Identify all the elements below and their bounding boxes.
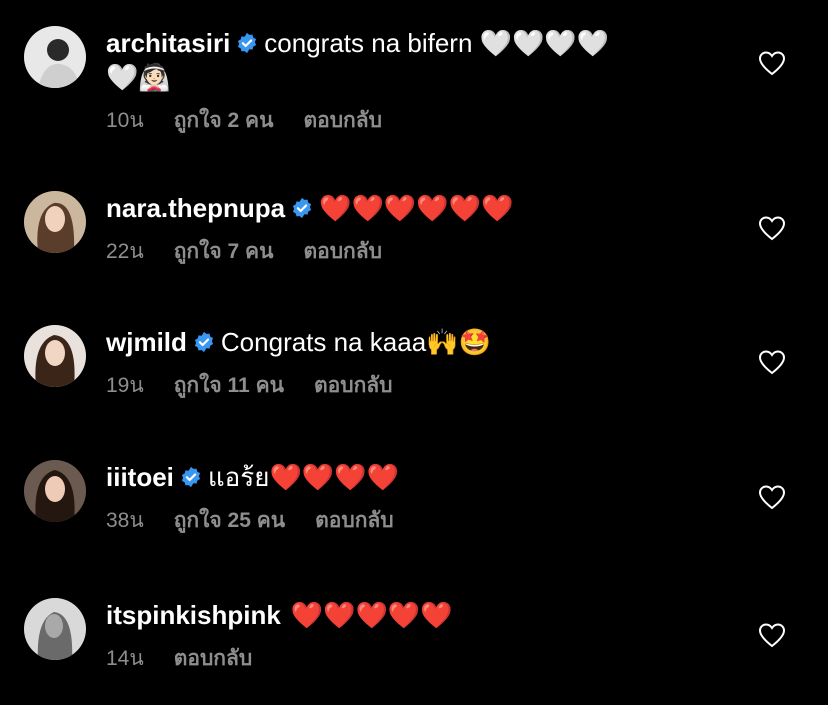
- like-count[interactable]: ถูกใจ 25 คน: [174, 509, 285, 532]
- comment-text: ❤️❤️❤️❤️❤️: [290, 600, 453, 630]
- reply-button[interactable]: ตอบกลับ: [303, 109, 382, 132]
- heart-outline-icon[interactable]: [758, 484, 786, 510]
- heart-outline-icon[interactable]: [758, 50, 786, 76]
- comment-text: congrats na bifern 🤍🤍🤍🤍: [264, 28, 610, 58]
- comment-timestamp: 38น: [106, 509, 144, 532]
- avatar[interactable]: [24, 26, 86, 88]
- verified-badge-icon: [291, 197, 313, 219]
- comment-username[interactable]: iiitoei: [106, 462, 174, 492]
- verified-badge-icon: [193, 331, 215, 353]
- comment-text: ❤️❤️❤️❤️❤️❤️: [319, 193, 514, 223]
- comment-timestamp: 22น: [106, 240, 144, 263]
- comment-username[interactable]: itspinkishpink: [106, 600, 281, 630]
- avatar[interactable]: [24, 460, 86, 522]
- reply-button[interactable]: ตอบกลับ: [174, 647, 253, 670]
- comment-username[interactable]: nara.thepnupa: [106, 193, 285, 223]
- comment-text: Congrats na kaaa🙌🤩: [220, 327, 491, 357]
- heart-outline-icon[interactable]: [758, 622, 786, 648]
- comment-username[interactable]: wjmild: [106, 327, 187, 357]
- avatar[interactable]: [24, 191, 86, 253]
- like-count[interactable]: ถูกใจ 11 คน: [174, 374, 284, 397]
- heart-outline-icon[interactable]: [758, 349, 786, 375]
- heart-outline-icon[interactable]: [758, 215, 786, 241]
- comment-timestamp: 14น: [106, 647, 144, 670]
- comment-text: แอร้ย❤️❤️❤️❤️: [207, 462, 399, 492]
- reply-button[interactable]: ตอบกลับ: [314, 374, 393, 397]
- comment-username[interactable]: architasiri: [106, 28, 230, 58]
- verified-badge-icon: [236, 32, 258, 54]
- comment-timestamp: 10น: [106, 109, 144, 132]
- avatar[interactable]: [24, 598, 86, 660]
- reply-button[interactable]: ตอบกลับ: [303, 240, 382, 263]
- comment-timestamp: 19น: [106, 374, 144, 397]
- like-count[interactable]: ถูกใจ 7 คน: [174, 240, 274, 263]
- verified-badge-icon: [180, 466, 202, 488]
- comment-text-continued: 🤍👰🏻: [106, 62, 171, 92]
- like-count[interactable]: ถูกใจ 2 คน: [174, 109, 274, 132]
- avatar[interactable]: [24, 325, 86, 387]
- reply-button[interactable]: ตอบกลับ: [315, 509, 394, 532]
